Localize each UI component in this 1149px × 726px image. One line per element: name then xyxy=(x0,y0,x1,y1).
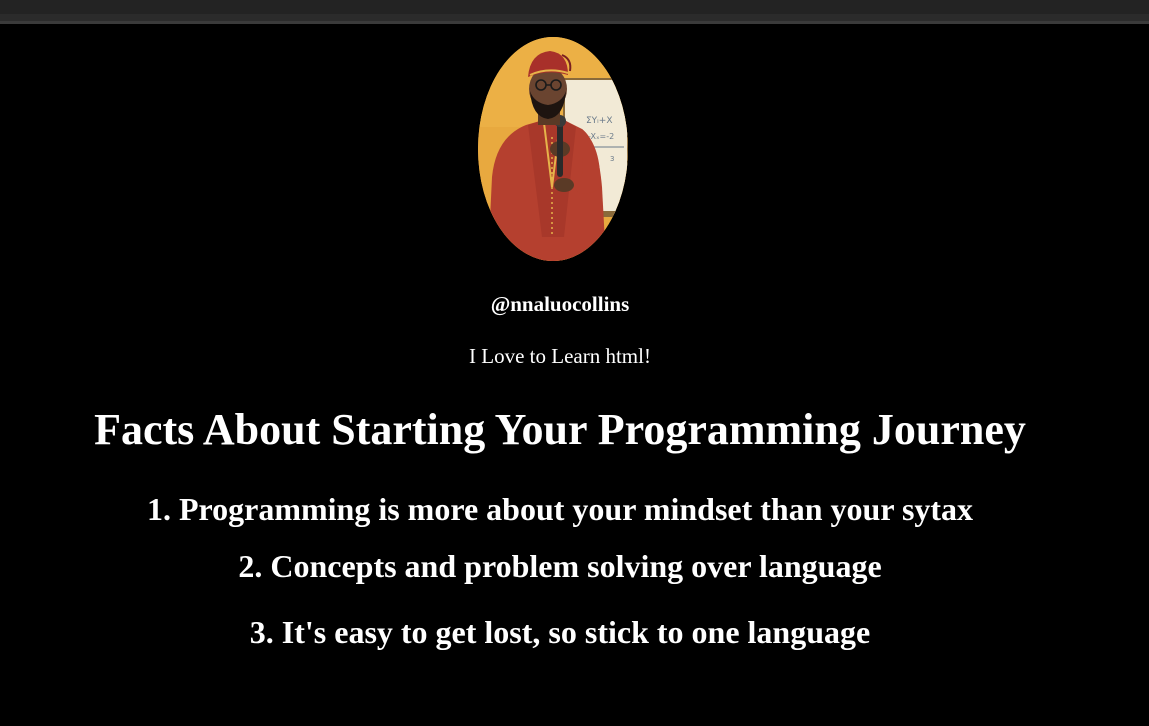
profile-tagline: I Love to Learn html! xyxy=(469,344,651,368)
fact-item: 2. Concepts and problem solving over lan… xyxy=(238,548,882,584)
svg-text:-Xₓ=-2: -Xₓ=-2 xyxy=(588,132,614,141)
svg-text:3: 3 xyxy=(610,155,614,163)
browser-tab-strip xyxy=(0,0,1149,14)
profile-avatar: ΣYᵢ+X -Xₓ=-2 3 xyxy=(478,37,628,261)
page-headline: Facts About Starting Your Programming Jo… xyxy=(94,405,1026,454)
fact-item: 3. It's easy to get lost, so stick to on… xyxy=(249,614,871,650)
fact-item: 1. Programming is more about your mindse… xyxy=(146,491,974,527)
browser-top-bar xyxy=(0,0,1149,24)
svg-text:ΣYᵢ+X: ΣYᵢ+X xyxy=(586,116,613,126)
profile-handle: @nnaluocollins xyxy=(490,292,630,316)
